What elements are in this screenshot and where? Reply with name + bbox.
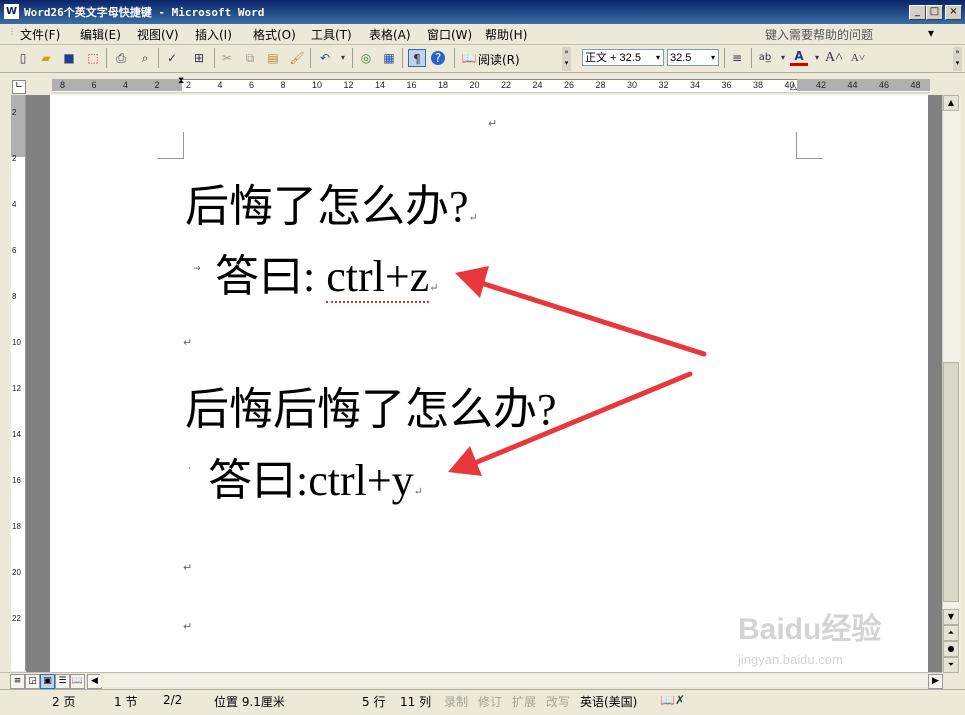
status-overtype[interactable]: 改写 [546, 693, 570, 710]
print-layout-view-icon[interactable]: ▣ [40, 674, 55, 689]
arrow-head [455, 266, 489, 298]
arrow-shaft [467, 371, 693, 468]
previous-page-button[interactable]: ⏶ [943, 625, 959, 641]
status-page: 2 页 [52, 695, 76, 709]
arrow-shaft [475, 279, 707, 357]
status-language[interactable]: 英语(美国) [580, 693, 637, 710]
reading-view-icon[interactable]: 📖 [70, 674, 85, 689]
status-section: 1 节 [114, 695, 138, 709]
outline-view-icon[interactable]: ☰ [55, 674, 70, 689]
status-page-of: 2/2 [163, 693, 183, 707]
spelling-status-icon[interactable]: 📖✗ [660, 693, 685, 707]
scroll-up-button[interactable]: ▲ [943, 95, 959, 111]
status-record[interactable]: 录制 [444, 693, 468, 710]
status-line: 5 行 [362, 695, 386, 709]
status-column: 11 列 [400, 695, 432, 709]
vertical-scroll-thumb[interactable] [943, 362, 959, 602]
next-page-button[interactable]: ⏷ [943, 657, 959, 673]
baidu-watermark: Baidu经验 jingyan.baidu.com [738, 604, 928, 684]
status-position: 位置 9.1厘米 [214, 695, 285, 709]
web-view-icon[interactable]: ◲ [25, 674, 40, 689]
scroll-down-button[interactable]: ▼ [943, 609, 959, 625]
arrow-to-ctrl-y [448, 371, 693, 476]
arrow-to-ctrl-z [455, 266, 707, 357]
watermark-brand: Baidu经验 [738, 613, 882, 646]
status-extend[interactable]: 扩展 [512, 693, 536, 710]
watermark-url: jingyan.baidu.com [738, 652, 843, 667]
normal-view-icon[interactable]: ≡ [10, 674, 25, 689]
browse-object-button[interactable]: ● [943, 641, 959, 657]
scroll-right-button[interactable]: ▶ [928, 674, 943, 689]
status-track-changes[interactable]: 修订 [478, 693, 502, 710]
